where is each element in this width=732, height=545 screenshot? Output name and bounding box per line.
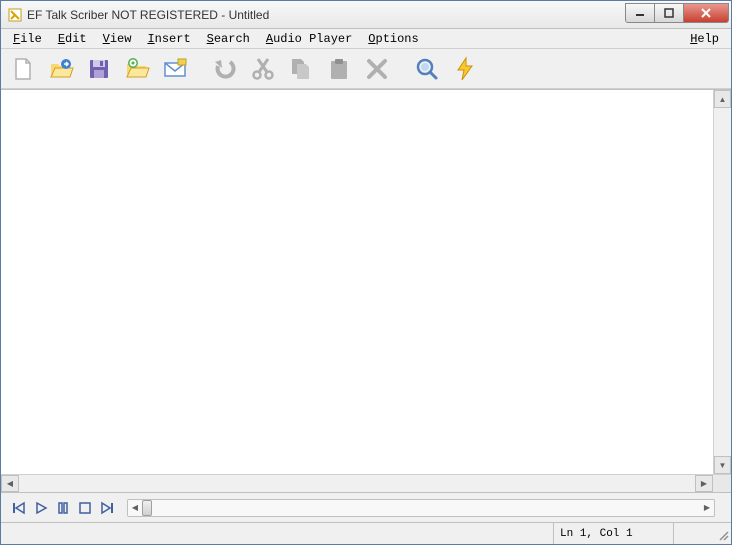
maximize-button[interactable] <box>654 3 684 23</box>
seek-thumb[interactable] <box>142 500 152 516</box>
status-extra <box>673 523 713 544</box>
menu-help[interactable]: Help <box>682 30 727 48</box>
find-button[interactable] <box>411 53 443 85</box>
toolbar <box>1 49 731 89</box>
save-button[interactable] <box>83 53 115 85</box>
app-window: EF Talk Scriber NOT REGISTERED - Untitle… <box>0 0 732 545</box>
menubar: File Edit View Insert Search Audio Playe… <box>1 29 731 49</box>
cut-button[interactable] <box>247 53 279 85</box>
close-button[interactable] <box>683 3 729 23</box>
menu-audio-player[interactable]: Audio Player <box>258 30 360 48</box>
hscroll-track[interactable] <box>19 475 695 492</box>
scroll-right-button[interactable]: ▶ <box>695 475 713 492</box>
window-controls <box>626 3 729 23</box>
app-icon <box>7 7 23 23</box>
scroll-down-button[interactable]: ▼ <box>714 456 731 474</box>
scroll-up-button[interactable]: ▲ <box>714 90 731 108</box>
menu-edit[interactable]: Edit <box>50 30 95 48</box>
open-file-button[interactable] <box>45 53 77 85</box>
menu-view[interactable]: View <box>95 30 140 48</box>
pause-button[interactable] <box>53 498 73 518</box>
seek-slider[interactable]: ◀ ▶ <box>127 499 715 517</box>
last-button[interactable] <box>97 498 117 518</box>
horizontal-scrollbar-row: ◀ ▶ <box>1 474 731 492</box>
seek-dec-button[interactable]: ◀ <box>128 500 142 516</box>
seek-inc-button[interactable]: ▶ <box>700 500 714 516</box>
menu-search[interactable]: Search <box>199 30 258 48</box>
text-editor[interactable] <box>1 90 713 474</box>
first-button[interactable] <box>9 498 29 518</box>
horizontal-scrollbar[interactable]: ◀ ▶ <box>1 475 713 492</box>
open-audio-button[interactable] <box>121 53 153 85</box>
undo-button[interactable] <box>209 53 241 85</box>
editor-area: ▲ ▼ <box>1 89 731 474</box>
stop-button[interactable] <box>75 498 95 518</box>
menu-file[interactable]: File <box>5 30 50 48</box>
statusbar: Ln 1, Col 1 <box>1 522 731 544</box>
paste-button[interactable] <box>323 53 355 85</box>
resize-grip-icon[interactable] <box>713 525 731 543</box>
delete-button[interactable] <box>361 53 393 85</box>
menu-options[interactable]: Options <box>360 30 426 48</box>
audio-player: ◀ ▶ <box>1 492 731 522</box>
window-title: EF Talk Scriber NOT REGISTERED - Untitle… <box>27 8 626 22</box>
send-mail-button[interactable] <box>159 53 191 85</box>
bolt-button[interactable] <box>449 53 481 85</box>
play-button[interactable] <box>31 498 51 518</box>
scroll-corner <box>713 475 731 492</box>
scroll-left-button[interactable]: ◀ <box>1 475 19 492</box>
copy-button[interactable] <box>285 53 317 85</box>
minimize-button[interactable] <box>625 3 655 23</box>
new-file-button[interactable] <box>7 53 39 85</box>
titlebar: EF Talk Scriber NOT REGISTERED - Untitle… <box>1 1 731 29</box>
menu-insert[interactable]: Insert <box>139 30 198 48</box>
status-main <box>1 523 553 544</box>
status-position: Ln 1, Col 1 <box>553 523 673 544</box>
vertical-scrollbar[interactable]: ▲ ▼ <box>713 90 731 474</box>
